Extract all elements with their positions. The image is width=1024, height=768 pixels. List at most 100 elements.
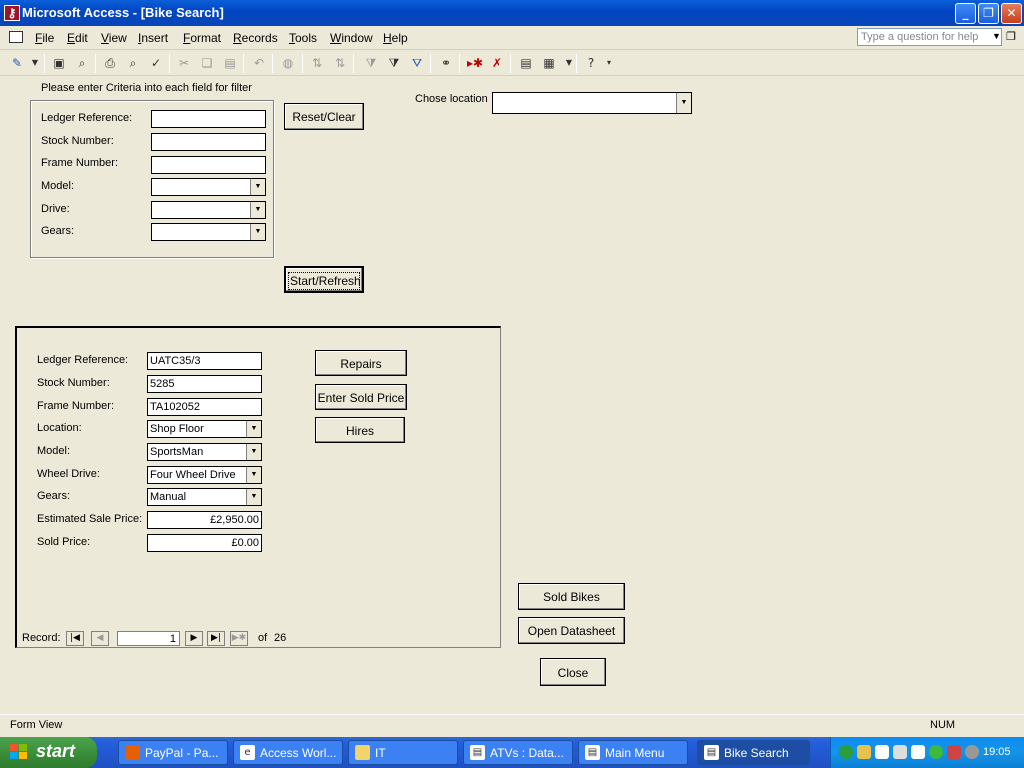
- record-of-label: of: [258, 632, 268, 644]
- start-button[interactable]: start: [0, 737, 97, 768]
- open-datasheet-button[interactable]: Open Datasheet: [518, 617, 625, 644]
- filter-by-form-icon[interactable]: ⧩: [385, 55, 403, 71]
- menu-help[interactable]: Help: [383, 31, 408, 45]
- print-preview-icon[interactable]: ⌕: [124, 55, 142, 71]
- close-window-button[interactable]: ✕: [1001, 3, 1022, 24]
- record-model-combo[interactable]: SportsMan ▼: [147, 443, 262, 461]
- save-icon[interactable]: ▣: [50, 55, 68, 71]
- first-record-icon[interactable]: |◀: [66, 631, 84, 646]
- help-dropdown-icon[interactable]: ▼: [992, 31, 1001, 41]
- task-label: PayPal - Pa...: [145, 746, 219, 760]
- chevron-down-icon[interactable]: ▼: [676, 93, 691, 113]
- menu-view[interactable]: View: [101, 31, 127, 45]
- hyperlink-icon[interactable]: ◍: [279, 55, 297, 71]
- sort-ascending-icon[interactable]: ⇅: [308, 55, 326, 71]
- record-gears-combo[interactable]: Manual ▼: [147, 488, 262, 506]
- security-icon[interactable]: [947, 745, 961, 759]
- task-main-menu[interactable]: ▤ Main Menu: [578, 740, 688, 765]
- last-record-icon[interactable]: ▶|: [207, 631, 225, 646]
- help-tray-icon[interactable]: [875, 745, 889, 759]
- new-record-nav-icon[interactable]: ▶✱: [230, 631, 248, 646]
- cut-icon[interactable]: ✂: [175, 55, 193, 71]
- chevron-down-icon[interactable]: ▼: [250, 179, 265, 195]
- task-access-world[interactable]: e Access Worl...: [233, 740, 343, 765]
- filter-ledger-input[interactable]: [151, 110, 266, 128]
- help-search-input[interactable]: Type a question for help: [857, 28, 1002, 46]
- chevron-down-icon[interactable]: ▼: [246, 444, 261, 460]
- speaker-icon[interactable]: [965, 745, 979, 759]
- chevron-down-icon[interactable]: ▼: [246, 467, 261, 483]
- document-menu-icon[interactable]: [9, 31, 23, 43]
- undo-icon[interactable]: ↶: [250, 55, 268, 71]
- hires-button[interactable]: Hires: [315, 417, 405, 443]
- copy-icon[interactable]: ❏: [198, 55, 216, 71]
- network-globe-icon[interactable]: [839, 745, 853, 759]
- title-bar: ⚷ Microsoft Access - [Bike Search] _ ❐ ✕: [0, 0, 1024, 26]
- menu-file[interactable]: File: [35, 31, 54, 45]
- record-number-input[interactable]: 1: [117, 631, 180, 646]
- record-est-price-input[interactable]: £2,950.00: [147, 511, 262, 529]
- menu-window[interactable]: Window: [330, 31, 373, 45]
- start-refresh-button[interactable]: Start/Refresh: [284, 266, 364, 293]
- chevron-down-icon[interactable]: ▼: [250, 224, 265, 240]
- file-search-icon[interactable]: ⌕: [73, 55, 91, 71]
- filter-frame-input[interactable]: [151, 156, 266, 174]
- filter-model-combo[interactable]: ▼: [151, 178, 266, 196]
- previous-record-icon[interactable]: ◀: [91, 631, 109, 646]
- record-ledger-input[interactable]: UATC35/3: [147, 352, 262, 370]
- open-datasheet-label: Open Datasheet: [527, 624, 616, 638]
- menu-edit[interactable]: Edit: [67, 31, 88, 45]
- pen-icon[interactable]: [893, 745, 907, 759]
- task-atvs-database[interactable]: ▤ ATVs : Data...: [463, 740, 573, 765]
- apply-filter-icon[interactable]: ⛛: [408, 55, 426, 71]
- record-location-combo[interactable]: Shop Floor ▼: [147, 420, 262, 438]
- sold-bikes-button[interactable]: Sold Bikes: [518, 583, 625, 610]
- record-drive-combo[interactable]: Four Wheel Drive ▼: [147, 466, 262, 484]
- messenger-icon[interactable]: [857, 745, 871, 759]
- restore-button[interactable]: ❐: [978, 3, 999, 24]
- filter-by-selection-icon[interactable]: ⧩: [362, 55, 380, 71]
- paste-icon[interactable]: ▤: [221, 55, 239, 71]
- document-tray-icon[interactable]: [911, 745, 925, 759]
- filter-gears-combo[interactable]: ▼: [151, 223, 266, 241]
- menu-format[interactable]: Format: [183, 31, 221, 45]
- help-icon[interactable]: ?: [582, 55, 600, 71]
- new-record-icon[interactable]: ▸✱: [466, 55, 484, 71]
- delete-record-icon[interactable]: ✗: [488, 55, 506, 71]
- design-view-icon[interactable]: ✎: [8, 55, 26, 71]
- minimize-button[interactable]: _: [955, 3, 976, 24]
- close-form-button[interactable]: Close: [540, 658, 606, 686]
- find-icon[interactable]: ⚭: [437, 55, 455, 71]
- toolbar-options-icon[interactable]: ▾: [600, 55, 618, 71]
- menu-insert[interactable]: Insert: [138, 31, 168, 45]
- location-combo[interactable]: ▼: [492, 92, 692, 114]
- spelling-icon[interactable]: ✓: [147, 55, 165, 71]
- record-drive-label: Wheel Drive:: [37, 468, 100, 480]
- record-stock-input[interactable]: 5285: [147, 375, 262, 393]
- record-frame-input[interactable]: TA102052: [147, 398, 262, 416]
- status-green-icon[interactable]: [929, 745, 943, 759]
- filter-drive-combo[interactable]: ▼: [151, 201, 266, 219]
- view-dropdown-icon[interactable]: ▼: [26, 55, 44, 71]
- chevron-down-icon[interactable]: ▼: [246, 421, 261, 437]
- print-icon[interactable]: ⎙: [101, 55, 119, 71]
- menu-tools[interactable]: Tools: [289, 31, 317, 45]
- task-bike-search[interactable]: ▤ Bike Search: [697, 740, 810, 765]
- properties-icon[interactable]: ▤: [517, 55, 535, 71]
- reset-clear-button[interactable]: Reset/Clear: [284, 103, 364, 130]
- record-sold-price-input[interactable]: £0.00: [147, 534, 262, 552]
- repairs-button[interactable]: Repairs: [315, 350, 407, 376]
- menu-records[interactable]: Records: [233, 31, 278, 45]
- chevron-down-icon[interactable]: ▼: [246, 489, 261, 505]
- sort-descending-icon[interactable]: ⇅: [331, 55, 349, 71]
- enter-sold-price-button[interactable]: Enter Sold Price: [315, 384, 407, 410]
- task-paypal[interactable]: PayPal - Pa...: [118, 740, 228, 765]
- access-app-icon[interactable]: ⚷: [4, 5, 20, 21]
- record-sold-price-label: Sold Price:: [37, 536, 91, 548]
- filter-stock-input[interactable]: [151, 133, 266, 151]
- chevron-down-icon[interactable]: ▼: [250, 202, 265, 218]
- task-it-folder[interactable]: IT: [348, 740, 458, 765]
- next-record-icon[interactable]: ▶: [185, 631, 203, 646]
- mdi-restore-icon[interactable]: ❐: [1006, 30, 1016, 43]
- new-object-icon[interactable]: ▦: [540, 55, 558, 71]
